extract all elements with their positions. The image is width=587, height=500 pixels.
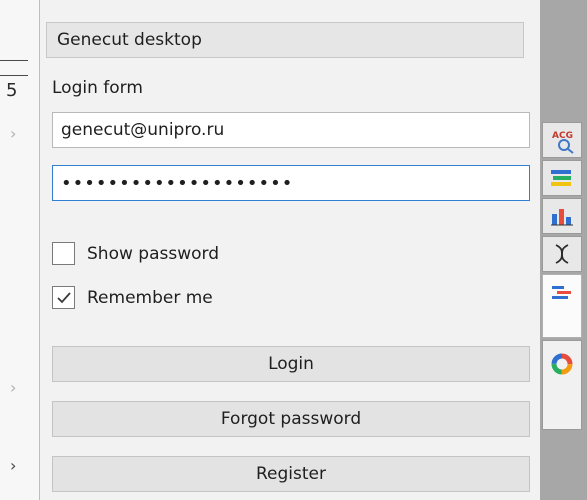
checkmark-icon	[56, 291, 71, 303]
side-tab-strip: ACG	[540, 0, 587, 500]
tab-layers[interactable]	[542, 160, 582, 196]
show-password-label: Show password	[87, 243, 219, 264]
ruler	[0, 60, 28, 76]
remember-me-checkbox[interactable]	[52, 286, 75, 309]
register-button-label: Register	[256, 464, 326, 484]
show-password-checkbox[interactable]	[52, 242, 75, 265]
tab-abc-search[interactable]: ACG	[542, 122, 582, 158]
alignment-icon	[552, 286, 571, 299]
login-button-label: Login	[268, 354, 314, 374]
remember-me-label: Remember me	[87, 287, 213, 308]
app-window: 5 › › › Genecut desktop Login form Show …	[0, 0, 587, 500]
forgot-password-button[interactable]: Forgot password	[52, 401, 530, 437]
left-panel: 5 › › ›	[0, 0, 40, 500]
tab-bar-chart[interactable]	[542, 198, 582, 234]
color-wheel-icon	[551, 353, 573, 375]
scroll-mark: ›	[10, 378, 17, 397]
abc-search-icon: ACG	[552, 131, 574, 154]
panel-title-text: Genecut desktop	[57, 30, 202, 50]
panel-title: Genecut desktop	[46, 22, 524, 58]
tab-alignment[interactable]	[542, 274, 582, 338]
scroll-mark: ›	[10, 456, 17, 475]
login-form-label: Login form	[52, 78, 143, 98]
register-button[interactable]: Register	[52, 456, 530, 492]
forgot-password-button-label: Forgot password	[220, 409, 362, 429]
login-panel: Genecut desktop Login form Show password…	[40, 0, 540, 500]
tab-dna[interactable]	[542, 236, 582, 272]
login-button[interactable]: Login	[52, 346, 530, 382]
tab-color-wheel[interactable]	[542, 340, 582, 430]
show-password-row[interactable]: Show password	[52, 242, 219, 265]
password-field[interactable]	[52, 165, 530, 201]
layers-icon	[551, 170, 571, 186]
ruler-number: 5	[6, 80, 18, 101]
bar-chart-icon	[551, 209, 573, 226]
scroll-mark: ›	[10, 124, 17, 143]
remember-me-row[interactable]: Remember me	[52, 286, 213, 309]
email-field[interactable]	[52, 112, 530, 148]
dna-icon	[555, 244, 569, 264]
